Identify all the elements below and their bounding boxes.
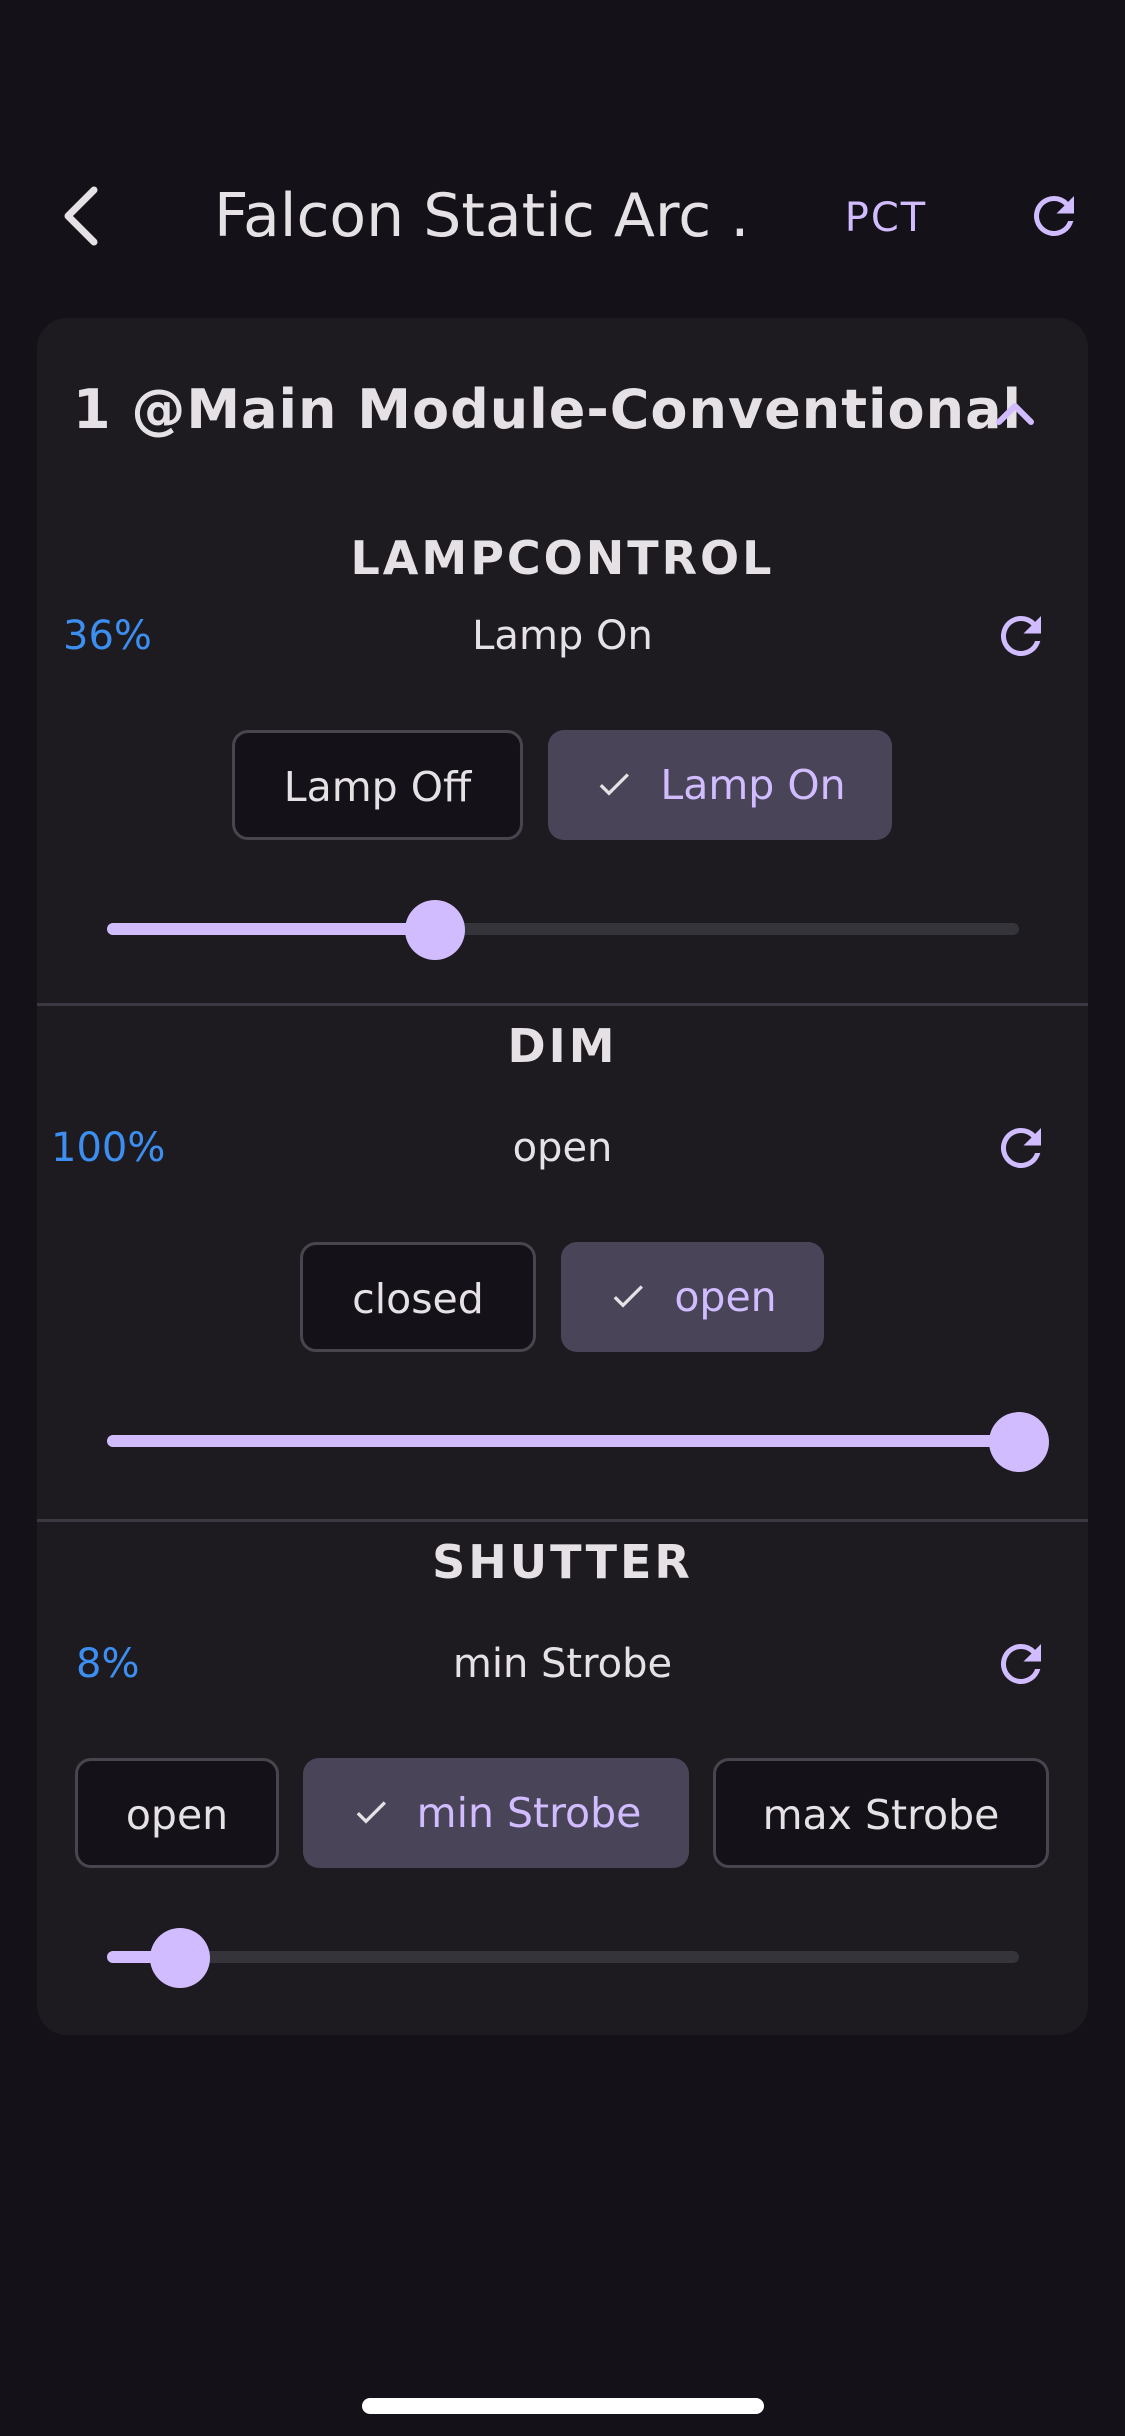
- section-title: DIM: [507, 1019, 618, 1073]
- current-state: open: [512, 1125, 613, 1171]
- lampcontrol-slider[interactable]: [107, 894, 1019, 964]
- chevron-up-icon: [996, 403, 1034, 425]
- slider-thumb[interactable]: [989, 1412, 1049, 1472]
- chip-label: open: [674, 1273, 777, 1321]
- refresh-icon: [1000, 1644, 1041, 1684]
- section-lampcontrol: LAMPCONTROL 36% Lamp On Lamp Off Lamp On: [37, 494, 1088, 1004]
- chip-label: max Strobe: [762, 1791, 1000, 1839]
- current-state: Lamp On: [472, 613, 653, 659]
- section-refresh-button[interactable]: [991, 1634, 1051, 1694]
- section-title: LAMPCONTROL: [350, 531, 775, 585]
- check-icon: [594, 764, 634, 804]
- app-bar: Falcon Static Arc ... PCT: [0, 160, 1125, 272]
- chip-label: open: [125, 1791, 229, 1839]
- refresh-icon: [1000, 615, 1041, 656]
- option-chip[interactable]: open: [75, 1758, 279, 1868]
- slider-thumb[interactable]: [405, 900, 465, 960]
- section-refresh-button[interactable]: [991, 606, 1051, 666]
- collapse-button[interactable]: [985, 382, 1045, 442]
- percent-value: 36%: [63, 613, 152, 659]
- refresh-icon: [1000, 1128, 1041, 1168]
- card-header[interactable]: 1 @Main Module-Conventional: [37, 318, 1088, 494]
- chip-label: closed: [352, 1275, 484, 1323]
- slider-track: [107, 1951, 1019, 1963]
- current-state: min Strobe: [452, 1641, 673, 1687]
- slider-fill: [107, 923, 435, 935]
- back-button[interactable]: [56, 182, 116, 250]
- section-shutter: SHUTTER 8% min Strobe open min Strobe ma…: [37, 1522, 1088, 2032]
- page-title: Falcon Static Arc ...: [214, 181, 744, 251]
- chip-label: Lamp On: [660, 761, 846, 809]
- module-card: 1 @Main Module-Conventional LAMPCONTROL …: [37, 318, 1088, 2035]
- home-indicator: [362, 2398, 764, 2414]
- refresh-icon: [1033, 195, 1074, 236]
- pct-mode-button[interactable]: PCT: [826, 188, 946, 248]
- dim-slider[interactable]: [107, 1406, 1049, 1476]
- option-chip[interactable]: closed: [300, 1242, 536, 1352]
- option-chip-selected[interactable]: open: [561, 1242, 824, 1352]
- section-title: SHUTTER: [432, 1535, 693, 1589]
- option-chip-selected[interactable]: Lamp On: [548, 730, 892, 840]
- option-chip-selected[interactable]: min Strobe: [303, 1758, 689, 1868]
- chevron-left-icon: [64, 186, 98, 246]
- chip-label: Lamp Off: [283, 763, 472, 811]
- shutter-slider[interactable]: [107, 1922, 1019, 1992]
- card-title: 1 @Main Module-Conventional: [73, 378, 1023, 441]
- chip-label: min Strobe: [416, 1789, 642, 1837]
- slider-thumb[interactable]: [150, 1928, 210, 1988]
- option-chip[interactable]: Lamp Off: [232, 730, 523, 840]
- section-refresh-button[interactable]: [991, 1118, 1051, 1178]
- percent-value: 100%: [51, 1125, 166, 1171]
- slider-fill: [107, 1435, 1019, 1447]
- check-icon: [608, 1276, 648, 1316]
- option-chip[interactable]: max Strobe: [713, 1758, 1049, 1868]
- section-dim: DIM 100% open closed open: [37, 1006, 1088, 1516]
- refresh-button[interactable]: [1024, 186, 1084, 246]
- check-icon: [351, 1792, 391, 1832]
- percent-value: 8%: [76, 1641, 140, 1687]
